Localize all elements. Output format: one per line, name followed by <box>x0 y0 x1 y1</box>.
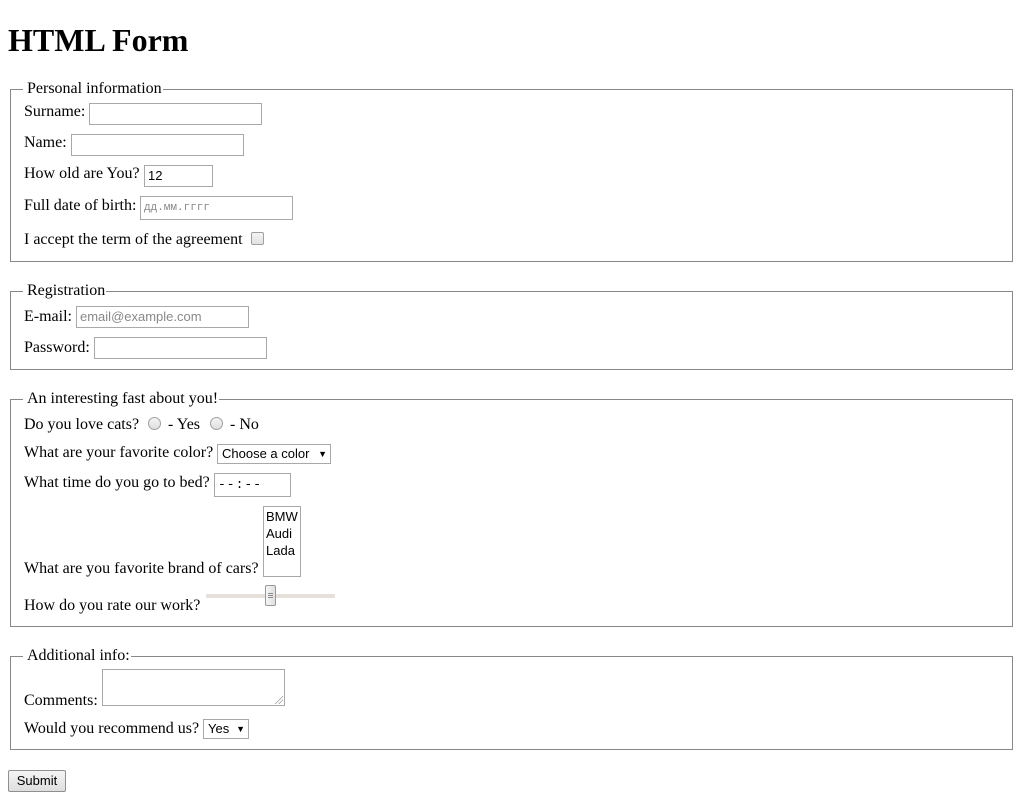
password-input[interactable] <box>94 337 267 359</box>
cats-yes-label: - Yes <box>168 416 201 433</box>
email-label: E-mail: <box>24 308 72 325</box>
cats-no-radio[interactable] <box>210 417 223 430</box>
agreement-label: I accept the term of the agreement <box>24 231 243 248</box>
bedtime-time-input[interactable]: --:-- <box>214 473 291 497</box>
page-title: HTML Form <box>8 22 189 58</box>
legend-additional-info: Additional info: <box>26 646 131 666</box>
surname-input[interactable] <box>89 103 262 125</box>
name-label: Name: <box>24 134 67 151</box>
surname-label: Surname: <box>24 103 86 120</box>
dob-label: Full date of birth: <box>24 197 137 214</box>
color-select-value: Choose a color <box>222 446 310 461</box>
fieldset-registration: Registration E-mail: email@example.com P… <box>10 281 1013 370</box>
cars-option[interactable]: Lada <box>266 542 298 559</box>
legend-registration: Registration <box>26 281 107 301</box>
fieldset-interesting-fact: An interesting fast about you! Do you lo… <box>10 389 1013 627</box>
recommend-label: Would you recommend us? <box>24 720 200 737</box>
age-input[interactable]: 12 <box>144 165 213 187</box>
fieldset-personal-information: Personal information Surname: Name: How … <box>10 79 1013 262</box>
triangle-down-icon: ▼ <box>318 449 327 459</box>
bedtime-label: What time do you go to bed? <box>24 474 210 491</box>
cats-label: Do you love cats? <box>24 416 140 433</box>
password-label: Password: <box>24 339 90 356</box>
recommend-select[interactable]: Yes ▼ <box>203 719 249 739</box>
cars-listbox[interactable]: BMW Audi Lada <box>263 506 301 577</box>
recommend-select-value: Yes <box>208 721 230 736</box>
cats-yes-radio[interactable] <box>148 417 161 430</box>
color-label: What are your favorite color? <box>24 444 214 461</box>
triangle-down-icon: ▼ <box>236 724 245 734</box>
legend-personal-information: Personal information <box>26 79 163 99</box>
cars-option[interactable]: BMW <box>266 508 298 525</box>
name-input[interactable] <box>71 134 244 156</box>
cats-no-label: - No <box>230 416 259 433</box>
agreement-checkbox[interactable] <box>251 232 264 245</box>
fieldset-additional-info: Additional info: Comments: Would you rec… <box>10 646 1013 750</box>
rate-slider-thumb[interactable] <box>265 585 276 606</box>
email-input[interactable]: email@example.com <box>76 306 249 328</box>
dob-date-input[interactable]: дд.мм.гггг <box>140 196 293 220</box>
legend-interesting-fact: An interesting fast about you! <box>26 389 220 409</box>
submit-button[interactable]: Submit <box>8 770 66 792</box>
cars-option[interactable]: Audi <box>266 525 298 542</box>
comments-label: Comments: <box>24 692 98 709</box>
cars-label: What are you favorite brand of cars? <box>24 560 259 577</box>
age-label: How old are You? <box>24 165 140 182</box>
color-select[interactable]: Choose a color ▼ <box>217 444 331 464</box>
comments-textarea[interactable] <box>102 669 285 706</box>
rate-label: How do you rate our work? <box>24 597 201 614</box>
resize-grip-icon[interactable] <box>275 696 283 704</box>
